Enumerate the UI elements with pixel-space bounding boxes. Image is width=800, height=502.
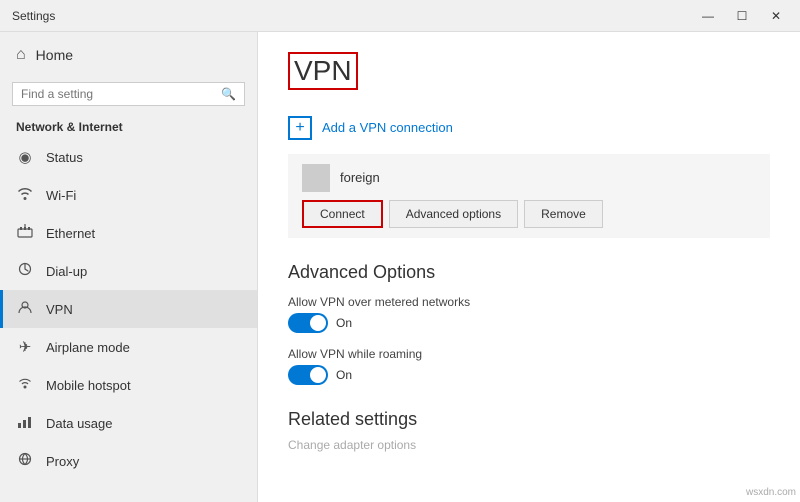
sidebar-item-vpn[interactable]: VPN: [0, 290, 257, 328]
sidebar-section-header: Network & Internet: [0, 114, 257, 138]
hotspot-icon: [16, 376, 34, 394]
vpn-icon: [16, 300, 34, 318]
wifi-icon: [16, 186, 34, 204]
vpn-entry-name: foreign: [340, 170, 380, 185]
sidebar-item-label-status: Status: [46, 150, 83, 165]
airplane-icon: ✈: [16, 338, 34, 356]
sidebar-item-label-airplane: Airplane mode: [46, 340, 130, 355]
close-button[interactable]: ✕: [760, 4, 792, 28]
vpn-entry: foreign Connect Advanced options Remove: [288, 154, 770, 238]
page-title: VPN: [288, 52, 358, 90]
title-bar: Settings — ☐ ✕: [0, 0, 800, 32]
sidebar-item-label-ethernet: Ethernet: [46, 226, 95, 241]
home-icon: ⌂: [16, 46, 26, 64]
sidebar-home-label: Home: [36, 47, 73, 63]
toggle-metered[interactable]: [288, 313, 328, 333]
sidebar-item-label-data: Data usage: [46, 416, 113, 431]
sidebar-item-status[interactable]: ◉ Status: [0, 138, 257, 176]
add-vpn-row[interactable]: + Add a VPN connection: [288, 106, 770, 150]
dialup-icon: [16, 262, 34, 280]
related-link-adapter: Change adapter options: [288, 438, 770, 452]
sidebar-item-hotspot[interactable]: Mobile hotspot: [0, 366, 257, 404]
proxy-icon: [16, 452, 34, 470]
vpn-entry-icon: [302, 164, 330, 192]
sidebar-item-label-hotspot: Mobile hotspot: [46, 378, 131, 393]
toggle-label-metered: On: [336, 316, 352, 330]
option-label-roaming: Allow VPN while roaming: [288, 347, 770, 361]
sidebar-item-wifi[interactable]: Wi-Fi: [0, 176, 257, 214]
option-row-metered: Allow VPN over metered networks On: [288, 295, 770, 333]
option-row-roaming: Allow VPN while roaming On: [288, 347, 770, 385]
search-input[interactable]: [21, 87, 215, 101]
sidebar-item-airplane[interactable]: ✈ Airplane mode: [0, 328, 257, 366]
title-bar-controls: — ☐ ✕: [692, 4, 792, 28]
ethernet-icon: [16, 224, 34, 242]
content-area: VPN + Add a VPN connection foreign Conne…: [258, 32, 800, 502]
connect-button[interactable]: Connect: [302, 200, 383, 228]
toggle-roaming[interactable]: [288, 365, 328, 385]
remove-button[interactable]: Remove: [524, 200, 603, 228]
watermark: wsxdn.com: [746, 487, 796, 498]
plus-icon: +: [288, 116, 312, 140]
advanced-options-button[interactable]: Advanced options: [389, 200, 518, 228]
toggle-label-roaming: On: [336, 368, 352, 382]
sidebar-item-label-proxy: Proxy: [46, 454, 79, 469]
vpn-buttons: Connect Advanced options Remove: [302, 200, 756, 228]
search-box: 🔍: [12, 82, 245, 106]
toggle-row-metered: On: [288, 313, 770, 333]
sidebar-item-label-dialup: Dial-up: [46, 264, 87, 279]
sidebar-item-ethernet[interactable]: Ethernet: [0, 214, 257, 252]
related-settings-title: Related settings: [288, 409, 770, 430]
data-icon: [16, 414, 34, 432]
sidebar-item-home[interactable]: ⌂ Home: [0, 32, 257, 78]
sidebar-item-label-wifi: Wi-Fi: [46, 188, 76, 203]
sidebar-item-dialup[interactable]: Dial-up: [0, 252, 257, 290]
sidebar-item-label-vpn: VPN: [46, 302, 73, 317]
vpn-entry-top: foreign: [302, 164, 756, 192]
toggle-row-roaming: On: [288, 365, 770, 385]
title-bar-title: Settings: [12, 9, 55, 23]
main-container: ⌂ Home 🔍 Network & Internet ◉ Status Wi-…: [0, 32, 800, 502]
sidebar: ⌂ Home 🔍 Network & Internet ◉ Status Wi-…: [0, 32, 258, 502]
sidebar-item-data[interactable]: Data usage: [0, 404, 257, 442]
search-icon: 🔍: [221, 87, 236, 101]
advanced-options-title: Advanced Options: [288, 262, 770, 283]
maximize-button[interactable]: ☐: [726, 4, 758, 28]
minimize-button[interactable]: —: [692, 4, 724, 28]
add-vpn-label: Add a VPN connection: [322, 120, 453, 135]
status-icon: ◉: [16, 148, 34, 166]
option-label-metered: Allow VPN over metered networks: [288, 295, 770, 309]
sidebar-item-proxy[interactable]: Proxy: [0, 442, 257, 480]
